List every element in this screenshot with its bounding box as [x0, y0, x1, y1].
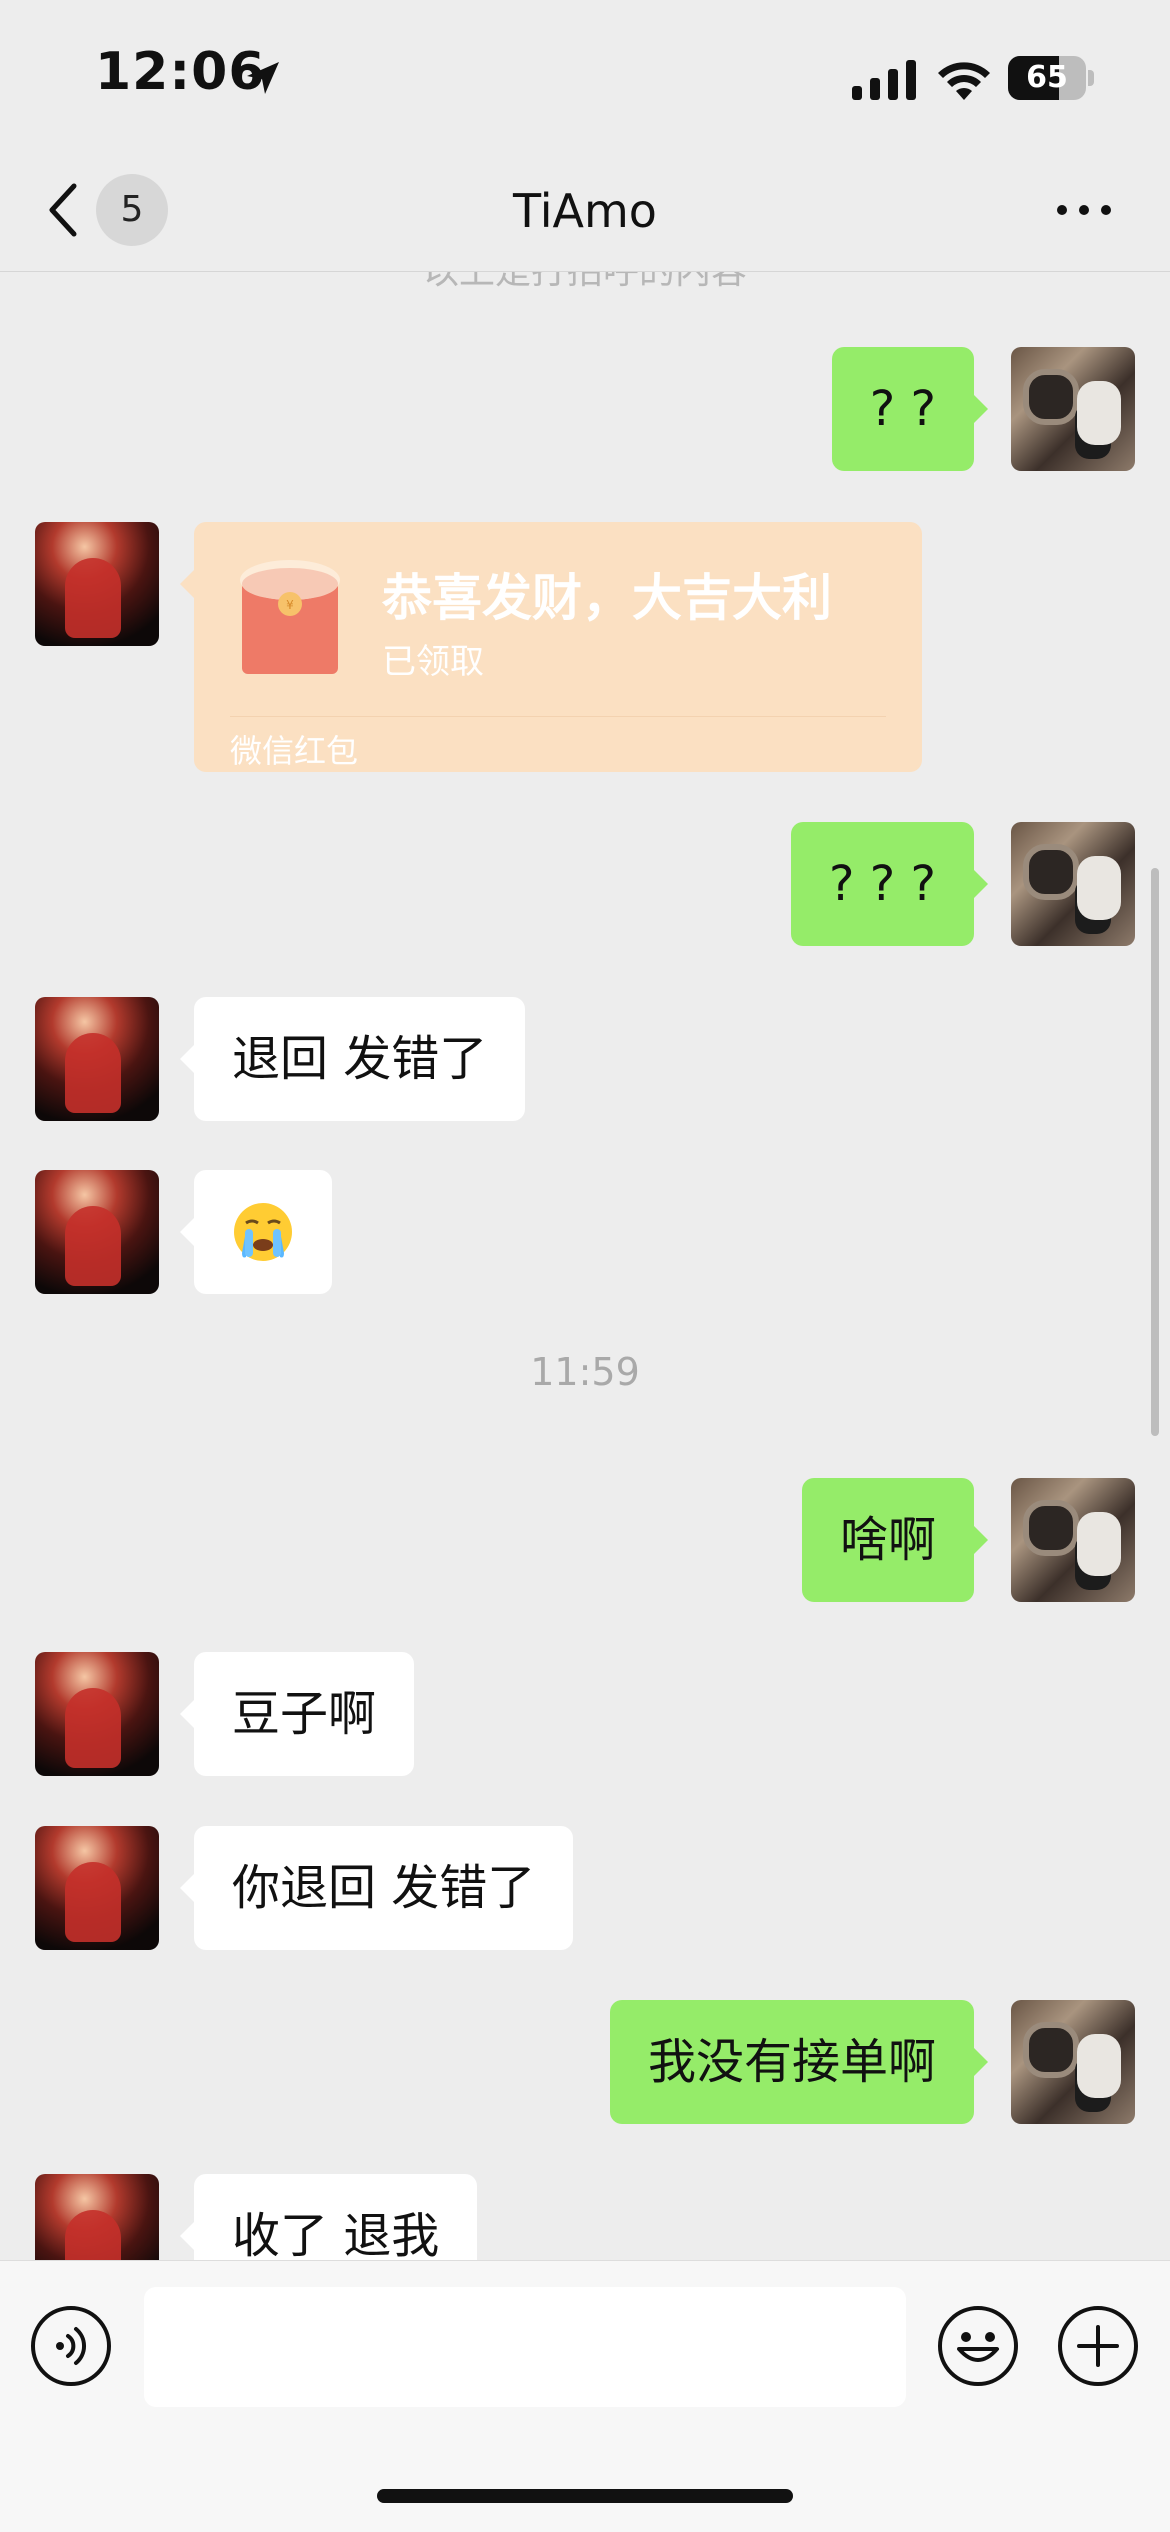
- nav-bar: 5 TiAmo: [0, 150, 1170, 272]
- contact-avatar[interactable]: [35, 997, 159, 1121]
- voice-icon[interactable]: [30, 2305, 112, 2387]
- contact-avatar[interactable]: [35, 1652, 159, 1776]
- chat-title: TiAmo: [513, 184, 657, 238]
- red-envelope-icon: ¥: [240, 560, 340, 674]
- outgoing-message[interactable]: 啥啊: [801, 1478, 989, 1602]
- my-avatar[interactable]: [1011, 822, 1135, 946]
- contact-avatar[interactable]: [35, 1826, 159, 1950]
- incoming-message[interactable]: 豆子啊: [179, 1652, 415, 1776]
- home-indicator: [377, 2489, 793, 2503]
- location-arrow-icon: [247, 62, 279, 94]
- outgoing-message[interactable]: ? ?: [831, 347, 989, 471]
- incoming-emoji-message[interactable]: [180, 1170, 332, 1294]
- timestamp-divider: 11:59: [530, 1350, 640, 1394]
- history-hint: 以上是打招呼的内容: [385, 272, 785, 294]
- status-bar: 12:06 65: [0, 0, 1170, 150]
- battery-indicator: 65: [1008, 56, 1094, 100]
- red-packet-title: 恭喜发财，大吉大利: [382, 569, 832, 627]
- more-options-icon[interactable]: [1054, 198, 1114, 222]
- svg-text:¥: ¥: [286, 598, 294, 612]
- red-packet-footer: 微信红包: [230, 732, 359, 770]
- red-packet-status: 已领取: [382, 642, 484, 682]
- cellular-signal-icon: [852, 60, 916, 100]
- message-list[interactable]: 以上是打招呼的内容 ? ? ¥ 恭喜发财，大吉大利 已领取 微信红包 ? ? ?…: [0, 272, 1170, 2260]
- plus-icon[interactable]: [1057, 2305, 1139, 2387]
- emoji-icon[interactable]: [937, 2305, 1019, 2387]
- outgoing-message[interactable]: ? ? ?: [791, 822, 988, 946]
- outgoing-message[interactable]: 我没有接单啊: [609, 2000, 989, 2124]
- incoming-message[interactable]: 收了 退我: [179, 2174, 478, 2260]
- input-bar: [0, 2260, 1170, 2532]
- chat-screen: 12:06 65 5 TiAmo ? ? ¥ 恭喜发财，大吉大利 已领取 微信红…: [0, 0, 1170, 2532]
- contact-avatar[interactable]: [35, 522, 159, 646]
- my-avatar[interactable]: [1011, 1478, 1135, 1602]
- status-time: 12:06: [95, 42, 266, 102]
- contact-avatar[interactable]: [35, 1170, 159, 1294]
- incoming-message[interactable]: 退回 发错了: [179, 997, 526, 1121]
- red-packet-card[interactable]: ¥ 恭喜发财，大吉大利 已领取 微信红包: [180, 522, 922, 772]
- message-input[interactable]: [144, 2287, 906, 2407]
- my-avatar[interactable]: [1011, 2000, 1135, 2124]
- crying-face-icon: [234, 1203, 292, 1261]
- contact-avatar[interactable]: [35, 2174, 159, 2260]
- incoming-message[interactable]: 你退回 发错了: [179, 1826, 574, 1950]
- my-avatar[interactable]: [1011, 347, 1135, 471]
- wifi-icon: [938, 62, 990, 100]
- battery-level: 65: [1026, 60, 1068, 95]
- back-chevron-icon[interactable]: [44, 180, 84, 240]
- unread-count-badge[interactable]: 5: [96, 174, 168, 246]
- scroll-indicator[interactable]: [1151, 868, 1159, 1436]
- red-packet-divider: [230, 716, 886, 717]
